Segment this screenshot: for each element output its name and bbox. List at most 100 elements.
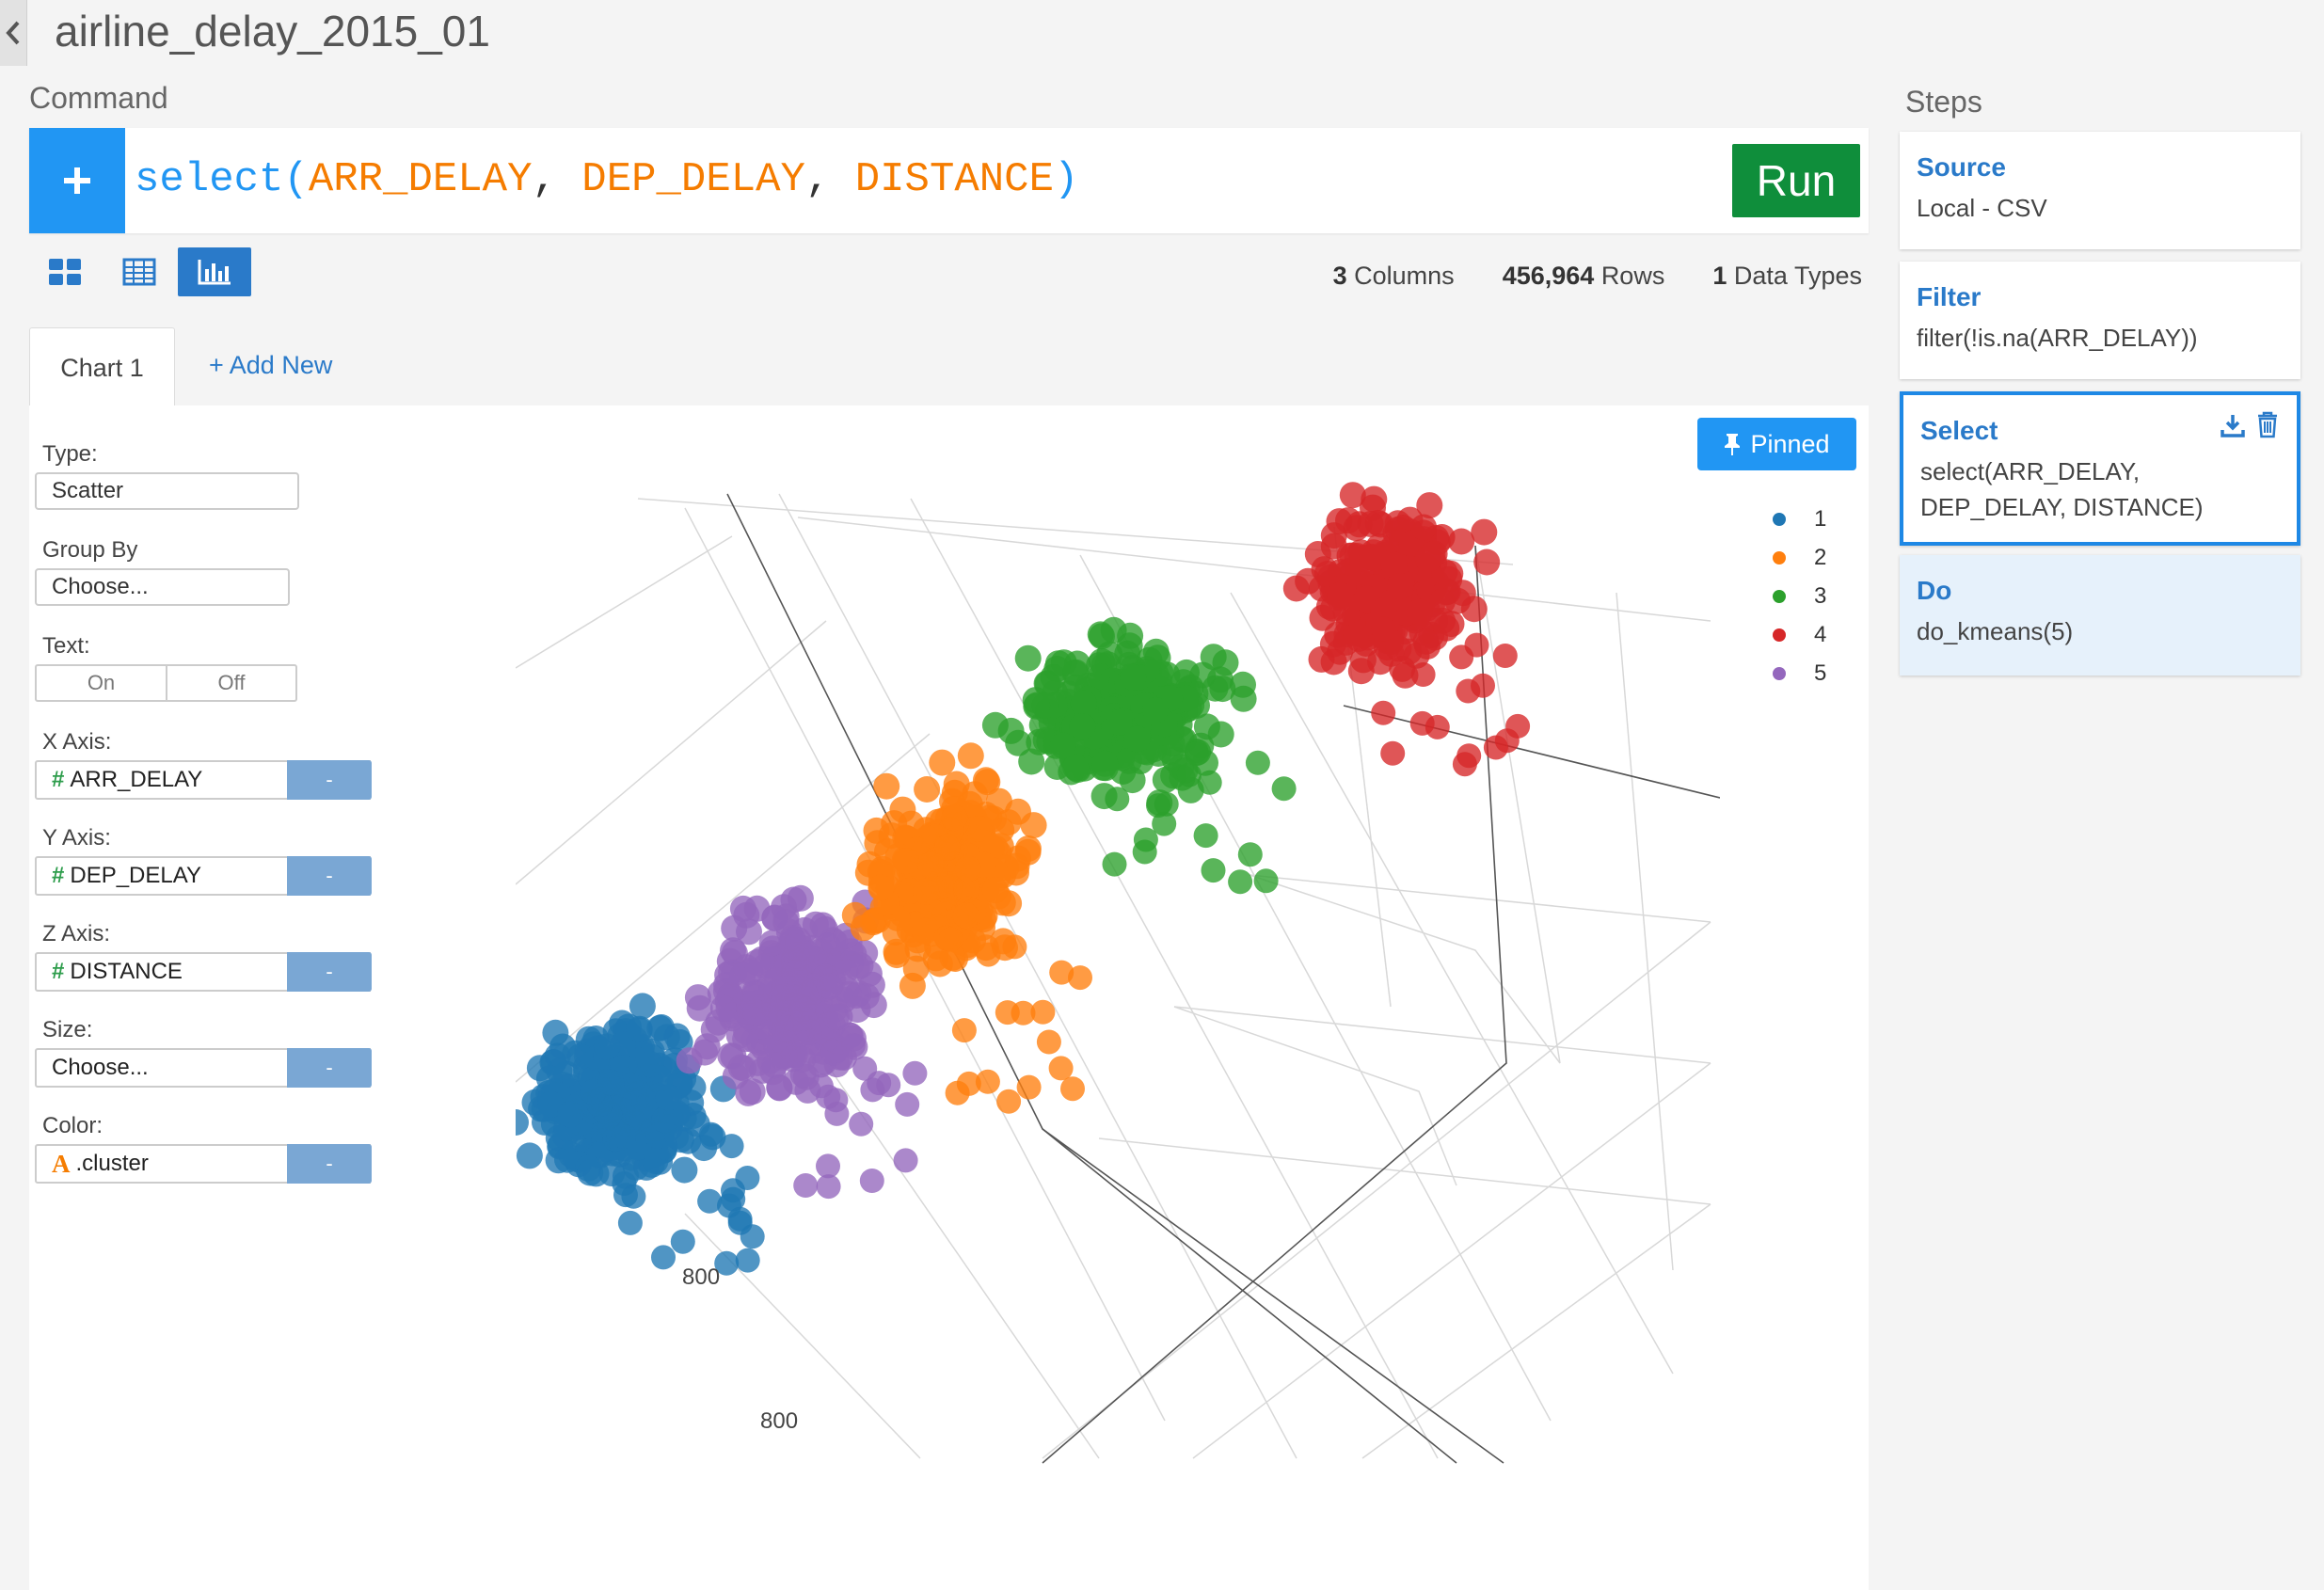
scatter-point xyxy=(1327,581,1354,609)
scatter-point xyxy=(1345,511,1373,538)
scatter-point xyxy=(808,1073,834,1099)
step-do[interactable]: Do do_kmeans(5) xyxy=(1900,555,2300,676)
legend-label: 5 xyxy=(1814,660,1827,686)
scatter-point xyxy=(850,914,877,942)
scatter-point xyxy=(1091,750,1119,777)
scatter-point xyxy=(1069,713,1096,740)
run-button[interactable]: Run xyxy=(1732,144,1860,217)
z-axis-label: Z Axis: xyxy=(42,921,111,946)
command-input[interactable]: select(ARR_DELAY, DEP_DELAY, DISTANCE) xyxy=(135,156,1078,203)
table-view-button[interactable] xyxy=(103,247,176,296)
scatter-point xyxy=(557,1101,584,1128)
scatter-point xyxy=(1271,776,1297,802)
scatter-point xyxy=(859,1169,884,1193)
scatter-point xyxy=(996,1089,1022,1114)
x-axis-label: X Axis: xyxy=(42,729,112,755)
scatter-point xyxy=(1060,1076,1085,1102)
x-axis-value: ARR_DELAY xyxy=(70,767,203,792)
scatter-point xyxy=(902,955,930,982)
types-count: 1 xyxy=(1712,262,1727,290)
step-filter[interactable]: Filter filter(!is.na(ARR_DELAY)) xyxy=(1900,262,2300,379)
chart-type-select[interactable]: Scatter xyxy=(35,472,299,510)
scatter-point xyxy=(516,1142,543,1169)
scatter-point xyxy=(821,929,849,956)
command-arg: ARR_DELAY xyxy=(308,156,533,203)
scatter-point xyxy=(727,1206,753,1232)
table-icon xyxy=(122,258,156,286)
scatter-point xyxy=(981,711,1009,739)
scatter-point xyxy=(1473,549,1501,576)
z-axis-remove-button[interactable]: - xyxy=(287,952,372,992)
scatter-point xyxy=(816,1174,841,1200)
scatter-point xyxy=(670,1229,695,1254)
legend-item[interactable]: 3 xyxy=(1773,583,1826,610)
grid-icon xyxy=(49,259,81,285)
tab-chart-1[interactable]: Chart 1 xyxy=(29,327,175,407)
text-on-toggle[interactable]: On xyxy=(35,664,167,702)
scatter-point xyxy=(1406,598,1433,626)
scatter-point xyxy=(1471,518,1498,546)
scatter-point xyxy=(911,917,938,945)
color-remove-button[interactable]: - xyxy=(287,1144,372,1184)
scatter-point xyxy=(893,848,920,875)
scatter-point xyxy=(1237,842,1263,867)
y-axis-remove-button[interactable]: - xyxy=(287,856,372,896)
pinned-button[interactable]: Pinned xyxy=(1697,418,1856,470)
size-remove-button[interactable]: - xyxy=(287,1048,372,1088)
legend-item[interactable]: 4 xyxy=(1773,622,1826,648)
back-button[interactable] xyxy=(0,0,27,66)
scatter-point xyxy=(1014,835,1042,862)
scatter-point xyxy=(822,1003,850,1030)
scatter-point xyxy=(941,804,968,832)
scatter-point xyxy=(849,1111,874,1137)
step-title: Select xyxy=(1920,416,1998,445)
scatter-point xyxy=(735,1248,760,1273)
scatter-point xyxy=(1425,714,1450,739)
x-axis-remove-button[interactable]: - xyxy=(287,760,372,800)
summary-view-button[interactable] xyxy=(28,247,102,296)
step-source[interactable]: Source Local - CSV xyxy=(1900,132,2300,249)
scatter-point xyxy=(1142,696,1169,723)
scatter-point xyxy=(1245,750,1270,775)
step-description: filter(!is.na(ARR_DELAY)) xyxy=(1917,324,2198,352)
add-command-button[interactable] xyxy=(29,128,125,233)
scatter-3d-chart[interactable]: 800 800 xyxy=(516,480,1720,1468)
text-off-toggle[interactable]: Off xyxy=(166,664,297,702)
text-type-icon: A xyxy=(52,1149,71,1178)
scatter-point xyxy=(1448,528,1475,555)
scatter-point xyxy=(1429,588,1456,615)
scatter-point xyxy=(1410,662,1436,687)
chart-view-button[interactable] xyxy=(178,247,251,296)
rows-count: 456,964 xyxy=(1502,262,1595,290)
scatter-point xyxy=(692,1039,718,1066)
scatter-point xyxy=(812,1050,837,1075)
group-by-select[interactable]: Choose... xyxy=(35,568,290,606)
scatter-point xyxy=(981,877,1009,904)
scatter-point xyxy=(1048,1056,1074,1081)
scatter-point xyxy=(597,1069,625,1096)
legend-item[interactable]: 2 xyxy=(1773,545,1826,571)
scatter-point xyxy=(1146,793,1170,819)
scatter-point xyxy=(1253,868,1279,894)
scatter-point xyxy=(1371,616,1396,642)
scatter-point xyxy=(1132,839,1157,865)
command-bar: select(ARR_DELAY, DEP_DELAY, DISTANCE) R… xyxy=(29,128,1869,233)
scatter-point xyxy=(1201,858,1226,883)
color-label: Color: xyxy=(42,1113,103,1138)
command-function: select( xyxy=(135,156,309,203)
step-select[interactable]: Select select(ARR_DELAY, DEP_DELAY, DIST… xyxy=(1900,391,2300,546)
bar-chart-icon xyxy=(198,260,231,285)
scatter-point xyxy=(743,949,771,976)
scatter-point xyxy=(788,995,816,1023)
text-label: Text: xyxy=(42,633,90,659)
scatter-point xyxy=(816,973,843,1000)
pin-icon xyxy=(1725,434,1741,455)
trash-icon[interactable] xyxy=(2255,410,2280,438)
legend-item[interactable]: 5 xyxy=(1773,660,1826,687)
add-chart-tab[interactable]: + Add New xyxy=(209,351,332,380)
tick-label: 800 xyxy=(760,1408,798,1434)
download-icon[interactable] xyxy=(2220,412,2246,438)
legend-item[interactable]: 1 xyxy=(1773,506,1826,533)
scatter-point xyxy=(938,927,963,952)
scatter-point xyxy=(698,1121,724,1147)
